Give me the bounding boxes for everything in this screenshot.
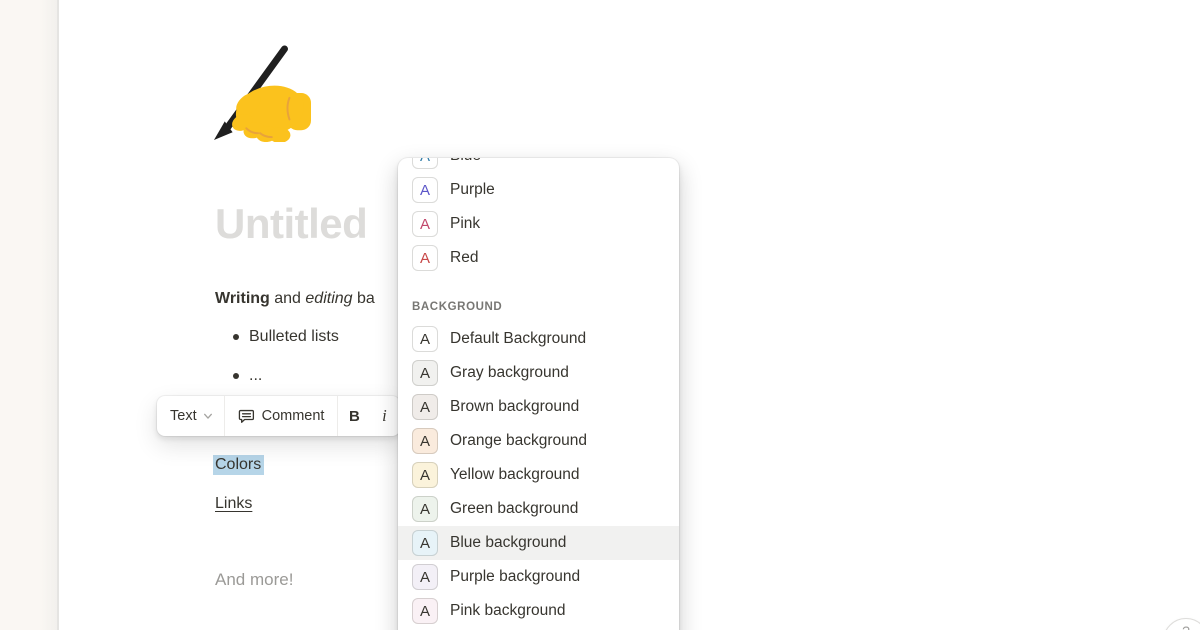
menu-item-label: Purple — [450, 181, 495, 199]
text-color-icon: A — [412, 177, 438, 203]
background-swatch-icon: A — [412, 462, 438, 488]
menu-item-label: Red — [450, 249, 478, 267]
text-color-icon: A — [412, 211, 438, 237]
bullet-icon — [233, 373, 239, 379]
page-title[interactable]: Untitled — [215, 200, 367, 248]
menu-item-pink-background[interactable]: A Pink background — [398, 594, 679, 628]
menu-item-green-background[interactable]: A Green background — [398, 492, 679, 526]
text-color-icon: A — [412, 158, 438, 169]
background-swatch-icon: A — [412, 530, 438, 556]
menu-item-default-background[interactable]: A Default Background — [398, 322, 679, 356]
sidebar — [0, 0, 59, 630]
menu-item-label: Gray background — [450, 364, 569, 382]
intro-paragraph[interactable]: Writing and editing ba — [215, 287, 375, 311]
menu-item-label: Yellow background — [450, 466, 580, 484]
italic-button[interactable]: i — [370, 396, 398, 436]
turn-into-button[interactable]: Text — [157, 396, 224, 436]
menu-item-red[interactable]: A Red — [398, 241, 679, 275]
menu-item-yellow-background[interactable]: A Yellow background — [398, 458, 679, 492]
bullet-icon — [233, 334, 239, 340]
menu-color-items: A Blue A Purple A Pink A Red — [398, 158, 679, 275]
menu-item-blue[interactable]: A Blue — [398, 158, 679, 173]
links-link[interactable]: Links — [215, 492, 252, 516]
sidebar-edge-shade — [41, 0, 57, 630]
menu-item-label: Purple background — [450, 568, 580, 586]
list-item-label: Bulleted lists — [249, 328, 339, 346]
list-item[interactable]: Bulleted lists — [215, 325, 339, 349]
colors-line[interactable]: Colors — [215, 453, 264, 477]
format-toolbar: Text Comment B i — [157, 396, 400, 436]
menu-item-brown-background[interactable]: A Brown background — [398, 390, 679, 424]
menu-item-label: Green background — [450, 500, 578, 518]
paragraph-bold-text: Writing — [215, 290, 270, 307]
menu-item-label: Pink background — [450, 602, 565, 620]
menu-item-purple[interactable]: A Purple — [398, 173, 679, 207]
background-swatch-icon: A — [412, 394, 438, 420]
background-section-header: BACKGROUND — [398, 275, 679, 322]
background-swatch-icon: A — [412, 564, 438, 590]
writing-hand-emoji — [213, 44, 311, 142]
paragraph-tail-text: ba — [353, 290, 375, 307]
chevron-down-icon — [203, 411, 213, 421]
page-icon[interactable] — [213, 44, 311, 142]
list-item[interactable]: ... — [215, 364, 262, 388]
comment-label: Comment — [262, 408, 325, 424]
comment-icon — [238, 408, 255, 425]
menu-item-label: Default Background — [450, 330, 586, 348]
menu-item-label: Blue background — [450, 534, 566, 552]
turn-into-label: Text — [170, 408, 197, 424]
background-swatch-icon: A — [412, 428, 438, 454]
menu-item-blue-background[interactable]: A Blue background — [398, 526, 679, 560]
background-swatch-icon: A — [412, 326, 438, 352]
menu-item-label: Brown background — [450, 398, 579, 416]
menu-item-label: Blue — [450, 158, 481, 165]
background-swatch-icon: A — [412, 598, 438, 624]
help-button[interactable]: ? — [1163, 618, 1200, 630]
text-color-icon: A — [412, 245, 438, 271]
color-menu-scroll[interactable]: A Blue A Purple A Pink A Red BACKGROUND A Defaul… — [398, 158, 679, 628]
menu-item-gray-background[interactable]: A Gray background — [398, 356, 679, 390]
color-menu: A Blue A Purple A Pink A Red BACKGROUND A Defaul… — [398, 158, 679, 630]
menu-item-label: Orange background — [450, 432, 587, 450]
help-label: ? — [1182, 623, 1190, 630]
paragraph-text: and — [270, 290, 306, 307]
colors-selected-text: Colors — [213, 455, 264, 475]
comment-button[interactable]: Comment — [225, 396, 338, 436]
menu-item-pink[interactable]: A Pink — [398, 207, 679, 241]
menu-item-purple-background[interactable]: A Purple background — [398, 560, 679, 594]
background-swatch-icon: A — [412, 360, 438, 386]
more-text[interactable]: And more! — [215, 570, 293, 590]
menu-background-items: A Default Background A Gray background A Brow… — [398, 322, 679, 628]
list-item-label: ... — [249, 367, 262, 385]
paragraph-italic-text: editing — [305, 290, 352, 307]
background-swatch-icon: A — [412, 496, 438, 522]
bold-button[interactable]: B — [338, 396, 370, 436]
menu-item-orange-background[interactable]: A Orange background — [398, 424, 679, 458]
menu-item-label: Pink — [450, 215, 480, 233]
